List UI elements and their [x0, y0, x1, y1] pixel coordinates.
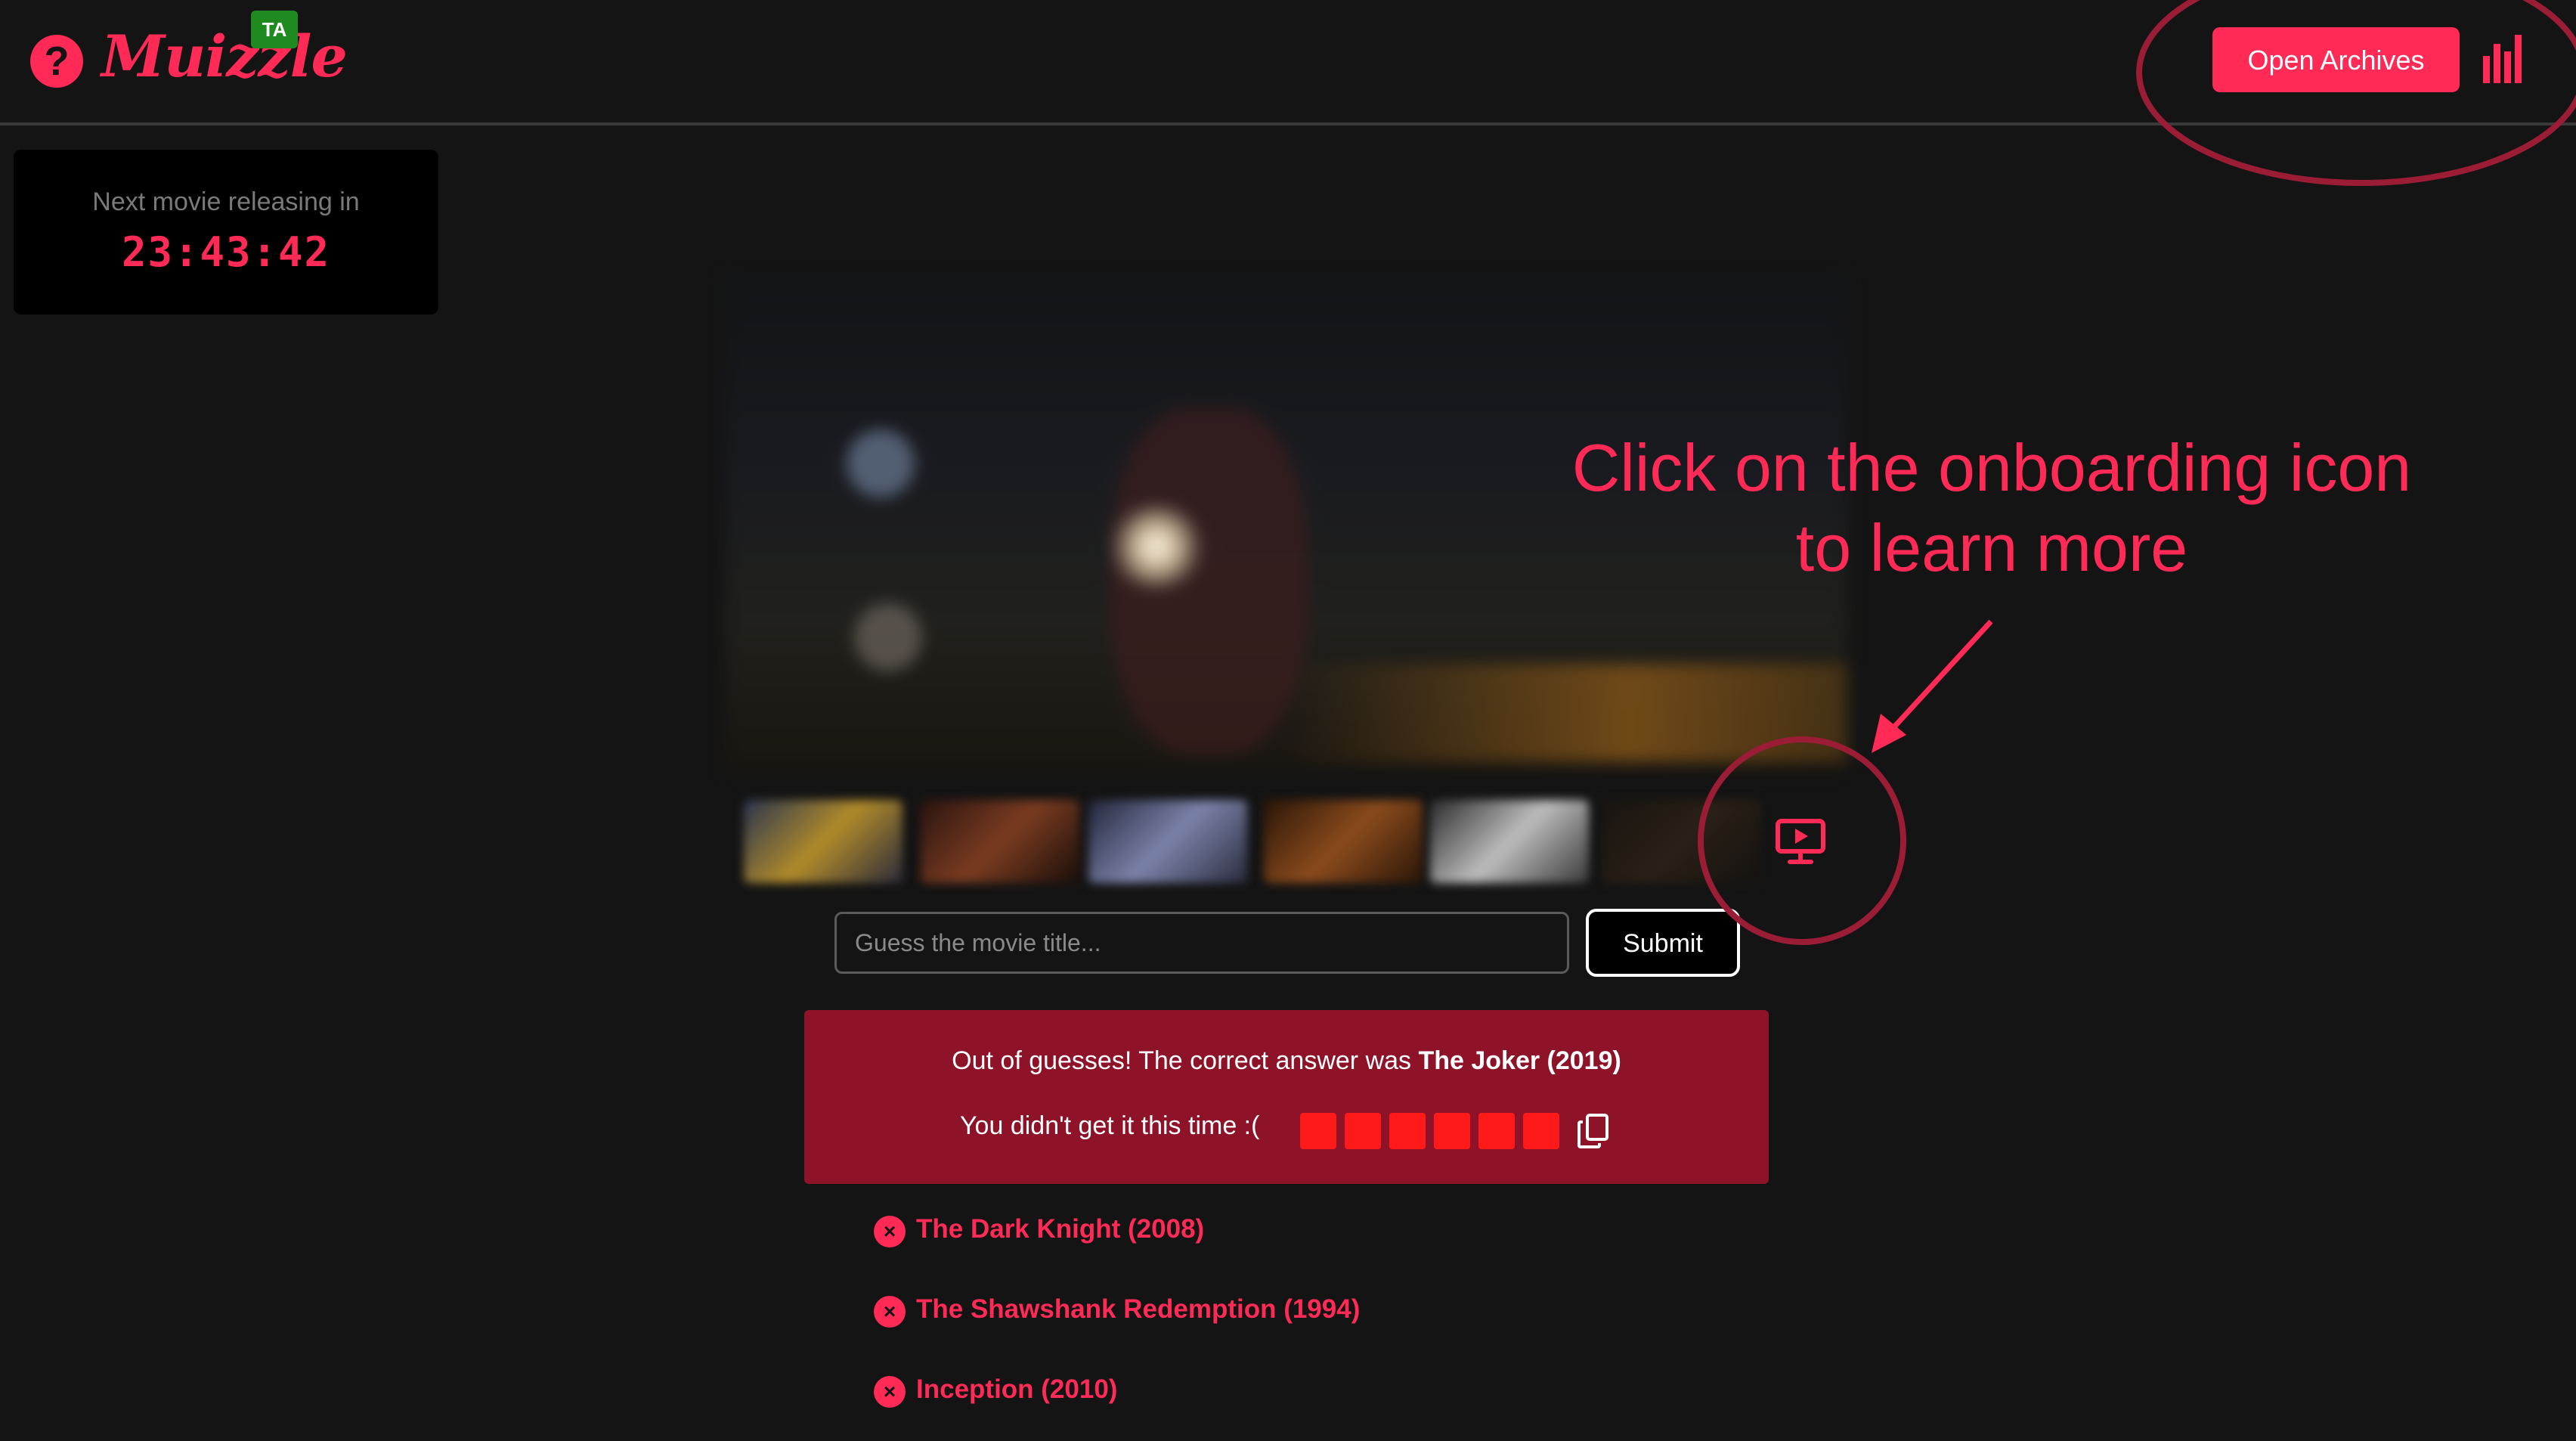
result-banner: Out of guesses! The correct answer was T…: [804, 1010, 1769, 1184]
correct-answer: The Joker (2019): [1418, 1046, 1621, 1075]
countdown-timer: 23:43:42: [121, 228, 331, 276]
annotation-line-2: to learn more: [1795, 510, 2188, 585]
guess-item: The Shawshank Redemption (1994): [916, 1294, 1361, 1324]
attempt-square: [1389, 1113, 1426, 1149]
attempt-square: [1434, 1113, 1470, 1149]
top-header: [0, 0, 2576, 126]
x-circle-icon: ×: [874, 1376, 906, 1408]
guess-input[interactable]: [834, 912, 1569, 974]
open-archives-button[interactable]: Open Archives: [2212, 27, 2460, 92]
frame-thumbnail[interactable]: [1264, 800, 1423, 883]
x-circle-icon: ×: [874, 1296, 906, 1328]
annotation-arrow: [1887, 619, 1993, 734]
countdown-label: Next movie releasing in: [92, 187, 360, 216]
frame-thumbnail[interactable]: [1602, 800, 1761, 883]
bar-chart-icon[interactable]: [2482, 33, 2527, 83]
attempt-square: [1345, 1113, 1381, 1149]
result-message: Out of guesses! The correct answer was T…: [804, 1046, 1769, 1076]
frame-thumbnail[interactable]: [1088, 800, 1247, 883]
annotation-arrowhead: [1872, 714, 1906, 753]
countdown-card: Next movie releasing in 23:43:42: [14, 150, 438, 315]
app-logo[interactable]: Muizzle: [101, 23, 348, 90]
frame-thumbnail[interactable]: [744, 800, 903, 883]
onboarding-annotation: Click on the onboarding icon to learn mo…: [1542, 428, 2441, 588]
help-icon[interactable]: ?: [30, 35, 83, 88]
guess-item: Inception (2010): [916, 1374, 1118, 1404]
onboarding-icon[interactable]: [1775, 818, 1826, 865]
attempt-square: [1478, 1113, 1515, 1149]
attempt-square: [1300, 1113, 1336, 1149]
result-subtext: You didn't get it this time :(: [960, 1111, 1260, 1140]
x-circle-icon: ×: [874, 1216, 906, 1247]
frame-thumbnail[interactable]: [1430, 800, 1589, 883]
copy-icon[interactable]: [1577, 1113, 1610, 1149]
submit-button[interactable]: Submit: [1586, 909, 1740, 977]
result-prefix: Out of guesses! The correct answer was: [952, 1046, 1419, 1075]
attempt-square: [1523, 1113, 1559, 1149]
ta-badge: TA: [251, 11, 298, 48]
annotation-line-1: Click on the onboarding icon: [1571, 430, 2412, 505]
frame-thumbnail[interactable]: [921, 800, 1079, 883]
guess-item: The Dark Knight (2008): [916, 1214, 1205, 1244]
